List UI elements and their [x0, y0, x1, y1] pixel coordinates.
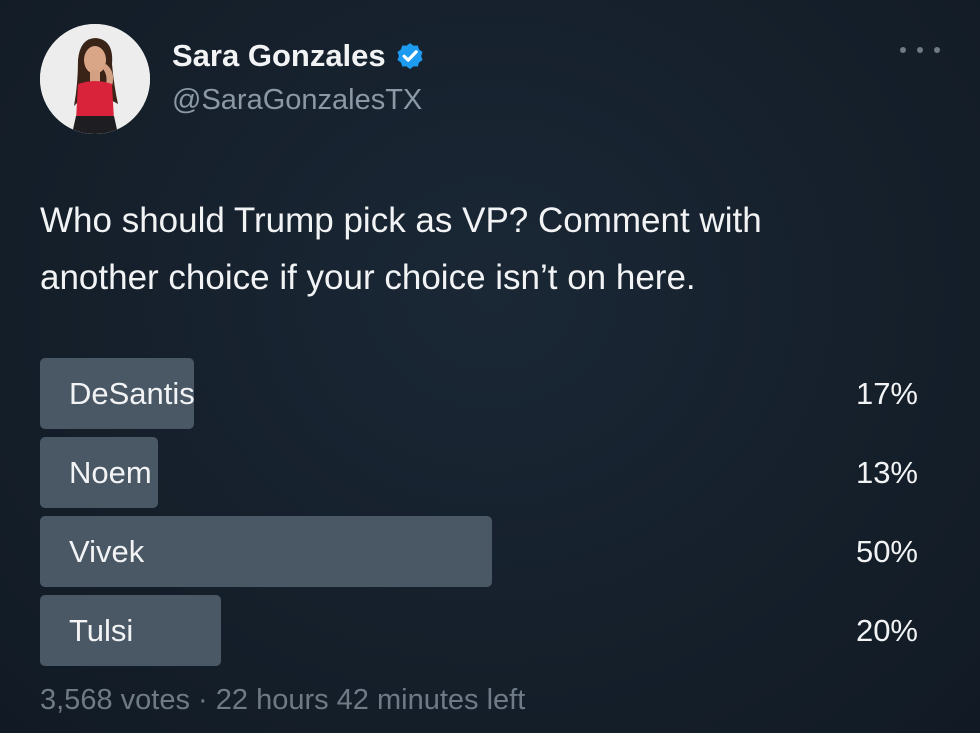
tweet-text: Who should Trump pick as VP? Comment wit…	[40, 192, 940, 306]
tweet-text-line: another choice if your choice isn’t on h…	[40, 258, 696, 297]
more-dot	[917, 47, 923, 53]
tweet-text-line: Who should Trump pick as VP? Comment wit…	[40, 201, 762, 240]
poll-option-percent: 50%	[855, 534, 918, 569]
poll-option-label: Noem	[69, 455, 152, 490]
poll-vote-count: 3,568 votes	[40, 684, 190, 716]
poll-time-left: 22 hours 42 minutes left	[215, 684, 526, 716]
author-name-row[interactable]: Sara Gonzales	[172, 38, 426, 74]
poll-option-noem[interactable]: Noem 13%	[40, 437, 918, 508]
poll-meta: 3,568 votes · 22 hours 42 minutes left	[40, 684, 525, 717]
poll-option-percent: 17%	[855, 376, 918, 411]
avatar-image	[40, 24, 150, 134]
poll-option-label: Vivek	[69, 534, 145, 569]
author-handle[interactable]: @SaraGonzalesTX	[172, 84, 422, 117]
poll-option-tulsi[interactable]: Tulsi 20%	[40, 595, 918, 666]
poll: DeSantis 17% Noem 13% Vivek 50% Tulsi 20…	[40, 358, 918, 674]
poll-option-percent: 20%	[855, 613, 918, 648]
poll-option-label: Tulsi	[69, 613, 134, 648]
poll-option-vivek[interactable]: Vivek 50%	[40, 516, 918, 587]
poll-meta-separator: ·	[198, 684, 208, 716]
tweet-card: Sara Gonzales @SaraGonzalesTX Who should…	[0, 0, 980, 733]
poll-option-desantis[interactable]: DeSantis 17%	[40, 358, 918, 429]
more-dot	[900, 47, 906, 53]
poll-option-label: DeSantis	[69, 376, 195, 411]
poll-option-percent: 13%	[855, 455, 918, 490]
author-display-name[interactable]: Sara Gonzales	[172, 38, 386, 74]
more-options-icon[interactable]	[900, 40, 940, 60]
avatar[interactable]	[40, 24, 150, 134]
verified-badge-icon	[394, 40, 426, 72]
more-dot	[934, 47, 940, 53]
